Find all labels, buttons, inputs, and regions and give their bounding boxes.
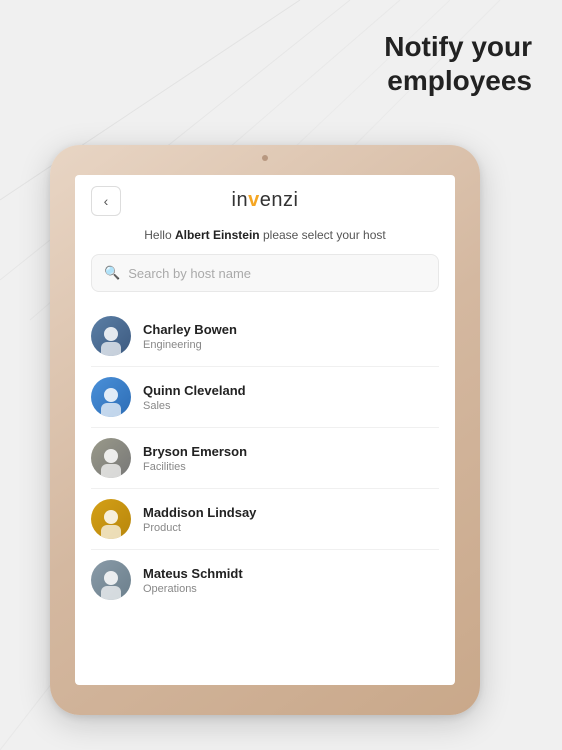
person-info: Quinn Cleveland Sales <box>143 383 439 412</box>
avatar-head <box>104 388 118 402</box>
avatar <box>91 438 131 478</box>
person-name: Quinn Cleveland <box>143 383 439 398</box>
person-name: Maddison Lindsay <box>143 505 439 520</box>
list-item[interactable]: Bryson Emerson Facilities <box>91 428 439 489</box>
avatar-figure <box>91 316 131 356</box>
greeting-suffix: please select your host <box>260 228 386 242</box>
logo-accent: v <box>248 189 260 211</box>
list-item[interactable]: Maddison Lindsay Product <box>91 489 439 550</box>
list-item[interactable]: Quinn Cleveland Sales <box>91 367 439 428</box>
tablet-camera <box>262 155 268 161</box>
search-box[interactable]: 🔍 Search by host name <box>91 254 439 292</box>
avatar-body <box>101 586 121 600</box>
search-icon: 🔍 <box>104 265 120 281</box>
person-dept: Facilities <box>143 461 439 473</box>
avatar-head <box>104 571 118 585</box>
person-dept: Operations <box>143 583 439 595</box>
avatar-body <box>101 464 121 478</box>
person-info: Charley Bowen Engineering <box>143 322 439 351</box>
page-headline: Notify your employees <box>384 30 532 97</box>
list-item[interactable]: Mateus Schmidt Operations <box>91 550 439 610</box>
greeting-text: Hello Albert Einstein please select your… <box>75 222 455 254</box>
person-dept: Sales <box>143 400 439 412</box>
people-list: Charley Bowen Engineering Quinn Clevelan… <box>75 306 455 685</box>
avatar-person <box>101 571 121 600</box>
app-header: ‹ invenzi <box>75 175 455 222</box>
greeting-name: Albert Einstein <box>175 228 260 242</box>
list-item[interactable]: Charley Bowen Engineering <box>91 306 439 367</box>
greeting-prefix: Hello <box>144 228 175 242</box>
person-name: Bryson Emerson <box>143 444 439 459</box>
avatar-person <box>101 327 121 356</box>
avatar-person <box>101 388 121 417</box>
avatar-head <box>104 510 118 524</box>
avatar <box>91 377 131 417</box>
app-logo: invenzi <box>232 189 299 212</box>
avatar-figure <box>91 499 131 539</box>
logo-prefix: in <box>232 189 249 211</box>
avatar-head <box>104 327 118 341</box>
person-info: Bryson Emerson Facilities <box>143 444 439 473</box>
avatar-head <box>104 449 118 463</box>
avatar <box>91 316 131 356</box>
avatar-person <box>101 449 121 478</box>
person-name: Charley Bowen <box>143 322 439 337</box>
tablet-device: ‹ invenzi Hello Albert Einstein please s… <box>50 145 480 715</box>
back-chevron-icon: ‹ <box>104 193 109 209</box>
avatar-person <box>101 510 121 539</box>
headline-line2: employees <box>384 64 532 98</box>
avatar <box>91 499 131 539</box>
avatar <box>91 560 131 600</box>
search-placeholder: Search by host name <box>128 266 251 281</box>
person-dept: Engineering <box>143 339 439 351</box>
person-name: Mateus Schmidt <box>143 566 439 581</box>
person-info: Mateus Schmidt Operations <box>143 566 439 595</box>
back-button[interactable]: ‹ <box>91 186 121 216</box>
avatar-body <box>101 403 121 417</box>
person-info: Maddison Lindsay Product <box>143 505 439 534</box>
search-container: 🔍 Search by host name <box>75 254 455 306</box>
avatar-figure <box>91 560 131 600</box>
avatar-body <box>101 525 121 539</box>
tablet-screen: ‹ invenzi Hello Albert Einstein please s… <box>75 175 455 685</box>
logo-suffix: enzi <box>260 189 299 211</box>
avatar-figure <box>91 377 131 417</box>
avatar-body <box>101 342 121 356</box>
avatar-figure <box>91 438 131 478</box>
person-dept: Product <box>143 522 439 534</box>
headline-line1: Notify your <box>384 30 532 64</box>
